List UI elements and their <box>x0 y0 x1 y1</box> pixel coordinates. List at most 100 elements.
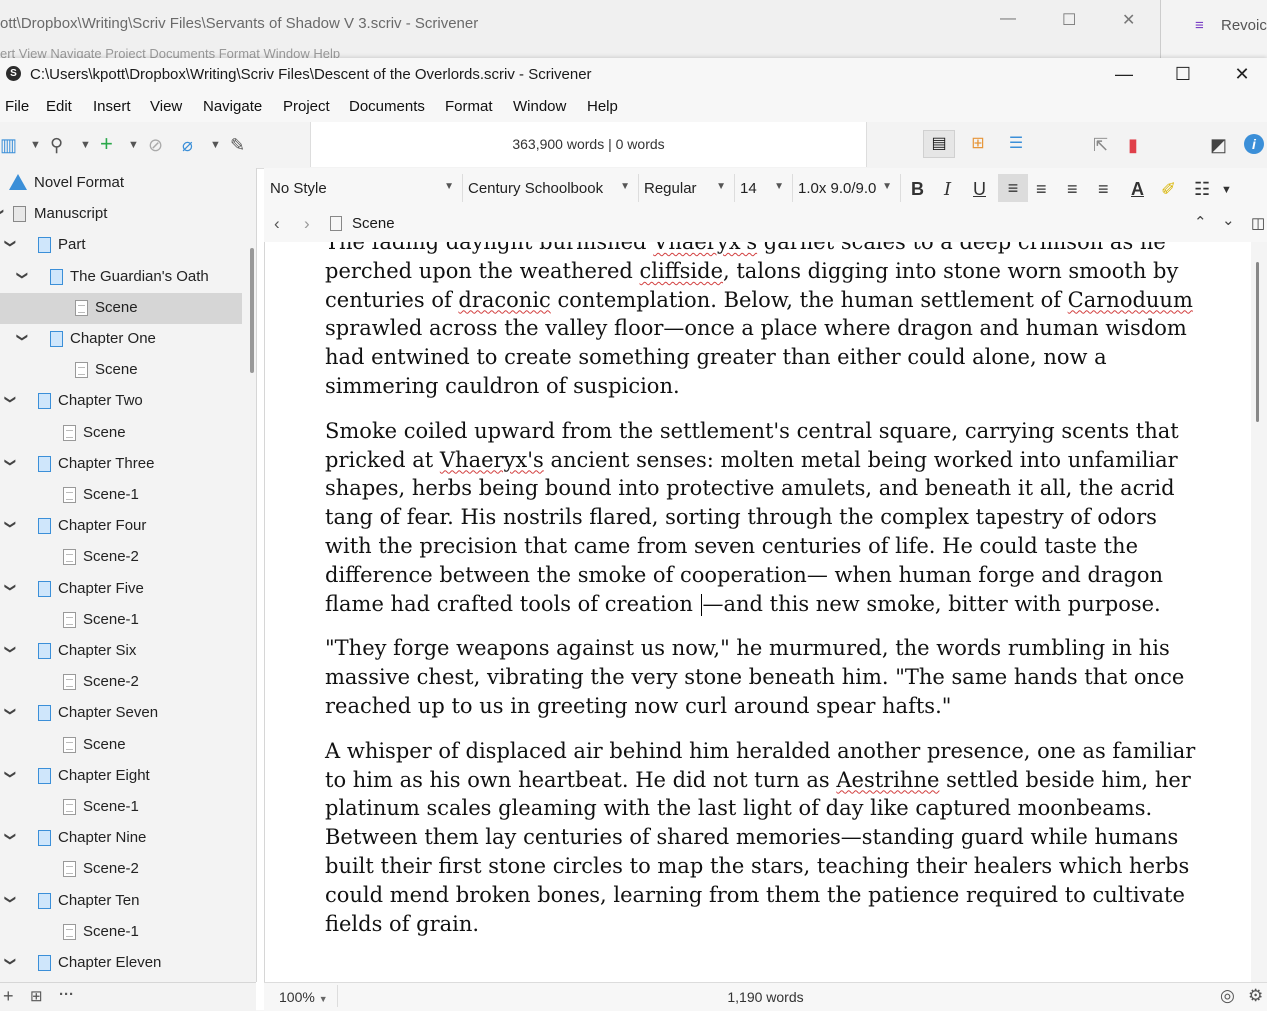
chevron-down-icon[interactable]: ❯ <box>4 832 17 841</box>
target-icon[interactable]: ◎ <box>1220 986 1235 1006</box>
binder-item[interactable]: ❯ Chapter Eleven <box>0 948 242 979</box>
menu-insert[interactable]: Insert <box>93 98 131 115</box>
binder-item[interactable]: ❯ Chapter Six <box>0 636 242 667</box>
chevron-down-icon[interactable]: ❯ <box>4 395 17 404</box>
menu-window[interactable]: Window <box>513 98 566 115</box>
binder-item[interactable]: Scene <box>0 418 242 449</box>
binder-item[interactable]: ❯ Part <box>0 230 242 261</box>
chevron-down-icon[interactable]: ❯ <box>16 270 29 279</box>
add-item-icon[interactable]: + <box>3 986 14 1007</box>
chevron-down-icon[interactable]: ▼ <box>80 139 91 151</box>
chevron-down-icon[interactable]: ❯ <box>4 458 17 467</box>
chevron-down-icon[interactable]: ❯ <box>4 894 17 903</box>
bookmark-icon[interactable]: ▮ <box>1128 135 1138 156</box>
zoom-select[interactable]: 100% ▼ <box>279 989 328 1005</box>
binder-item[interactable]: Scene <box>0 292 242 324</box>
binder-item[interactable]: ❯ Chapter Two <box>0 386 242 417</box>
forward-icon[interactable]: › <box>304 214 310 234</box>
menu-help[interactable]: Help <box>587 98 618 115</box>
binder-item[interactable]: Scene <box>0 355 242 386</box>
menu-documents[interactable]: Documents <box>349 98 425 115</box>
binder-item[interactable]: ❯ The Guardian's Oath <box>0 262 242 293</box>
style-select[interactable]: No Style ▼ <box>264 174 463 202</box>
add-icon[interactable]: + <box>100 131 113 157</box>
binder-item[interactable]: Scene-1 <box>0 605 242 636</box>
align-center-icon[interactable]: ≡ <box>1036 179 1047 200</box>
chevron-down-icon[interactable]: ❯ <box>4 645 17 654</box>
binder-toggle-icon[interactable]: ▥ <box>0 135 17 156</box>
align-justify-icon[interactable]: ≡ <box>1067 179 1078 200</box>
binder-item[interactable]: ❯ Chapter Nine <box>0 823 242 854</box>
binder-item[interactable]: ❯ Chapter Eight <box>0 761 242 792</box>
share-icon[interactable]: ⇱ <box>1093 135 1108 156</box>
outliner-icon[interactable]: ☰ <box>1000 130 1032 158</box>
font-select[interactable]: Century Schoolbook ▼ <box>462 174 639 202</box>
settings-icon[interactable]: ⚙ <box>1248 986 1263 1006</box>
binder-item[interactable]: ❯ Manuscript <box>0 199 242 230</box>
quickref-icon[interactable]: ◩ <box>1210 135 1227 156</box>
editor-scrollbar[interactable] <box>1251 242 1267 982</box>
binder-item[interactable]: ❯ Chapter Four <box>0 511 242 542</box>
highlight-icon[interactable]: ✐ <box>1161 179 1176 200</box>
chevron-down-icon[interactable]: ▼ <box>1221 184 1232 196</box>
binder-item[interactable]: ❯ Chapter Five <box>0 574 242 605</box>
bg-minimize-icon[interactable]: — <box>1000 10 1016 28</box>
editor-paragraph[interactable]: "They forge weapons against us now," he … <box>325 634 1205 720</box>
add-folder-icon[interactable]: ⊞ <box>30 987 43 1005</box>
menu-edit[interactable]: Edit <box>46 98 72 115</box>
binder-item[interactable]: ❯ Chapter Seven <box>0 698 242 729</box>
text-color-icon[interactable]: A <box>1131 179 1144 200</box>
binder-item[interactable]: Scene <box>0 730 242 761</box>
chevron-down-icon[interactable]: ▼ <box>210 139 221 151</box>
align-right-icon[interactable]: ≡ <box>1098 179 1109 200</box>
binder-item[interactable]: ❯ Chapter Three <box>0 449 242 480</box>
chevron-down-icon[interactable]: ❯ <box>4 239 17 248</box>
single-view-icon[interactable]: ▤ <box>923 130 955 158</box>
editor-text[interactable]: The fading daylight burnished Vhaeryx's … <box>325 242 1205 954</box>
binder-item[interactable]: Scene-1 <box>0 480 242 511</box>
chevron-down-icon[interactable]: ⌄ <box>1222 211 1235 229</box>
bold-button[interactable]: B <box>911 179 924 200</box>
compose-icon[interactable]: ✎ <box>230 135 245 156</box>
inspector-info-icon[interactable]: i <box>1244 134 1264 154</box>
chevron-down-icon[interactable]: ❯ <box>4 707 17 716</box>
binder-item[interactable]: Scene-2 <box>0 667 242 698</box>
background-app[interactable]: ≡ Revoic <box>1160 0 1267 60</box>
font-weight-select[interactable]: Regular ▼ <box>638 174 735 202</box>
menu-navigate[interactable]: Navigate <box>203 98 262 115</box>
binder-item[interactable]: Scene-2 <box>0 542 242 573</box>
editor[interactable]: The fading daylight burnished Vhaeryx's … <box>264 242 1252 982</box>
bg-close-icon[interactable]: ✕ <box>1122 10 1135 30</box>
corkboard-icon[interactable]: ⊞ <box>962 130 994 158</box>
chevron-down-icon[interactable]: ❯ <box>4 770 17 779</box>
editor-paragraph[interactable]: The fading daylight burnished Vhaeryx's … <box>325 242 1205 401</box>
chevron-down-icon[interactable]: ❯ <box>16 333 29 342</box>
menu-file[interactable]: File <box>5 98 29 115</box>
list-icon[interactable]: ☷ <box>1194 179 1210 200</box>
menu-view[interactable]: View <box>150 98 182 115</box>
underline-button[interactable]: U <box>973 179 986 200</box>
binder-item[interactable]: Scene-1 <box>0 917 242 948</box>
search-icon[interactable]: ⚲ <box>50 135 63 156</box>
chevron-down-icon[interactable]: ❯ <box>4 957 17 966</box>
binder-scrollbar[interactable] <box>250 248 254 373</box>
scrollbar-thumb[interactable] <box>1256 262 1259 422</box>
back-icon[interactable]: ‹ <box>274 214 280 234</box>
menu-format[interactable]: Format <box>445 98 493 115</box>
minimize-icon[interactable]: — <box>1104 62 1144 86</box>
split-view-icon[interactable]: ◫ <box>1251 214 1265 232</box>
menu-project[interactable]: Project <box>283 98 330 115</box>
italic-button[interactable]: I <box>944 179 951 200</box>
editor-paragraph[interactable]: A whisper of displaced air behind him he… <box>325 737 1205 939</box>
bg-maximize-icon[interactable]: ☐ <box>1062 10 1076 30</box>
align-left-icon[interactable]: ≡ <box>998 174 1028 202</box>
binder-item[interactable]: Scene-1 <box>0 792 242 823</box>
chevron-down-icon[interactable]: ❯ <box>0 208 5 217</box>
chevron-down-icon[interactable]: ❯ <box>4 520 17 529</box>
trash-icon[interactable]: ⊘ <box>148 135 163 156</box>
background-window[interactable]: ott\Dropbox\Writing\Scriv Files\Servants… <box>0 0 1160 61</box>
chevron-down-icon[interactable]: ▼ <box>128 139 139 151</box>
binder-item[interactable]: Novel Format <box>0 168 242 199</box>
editor-paragraph[interactable]: Smoke coiled upward from the settlement'… <box>325 417 1205 619</box>
maximize-icon[interactable]: ☐ <box>1163 62 1203 86</box>
